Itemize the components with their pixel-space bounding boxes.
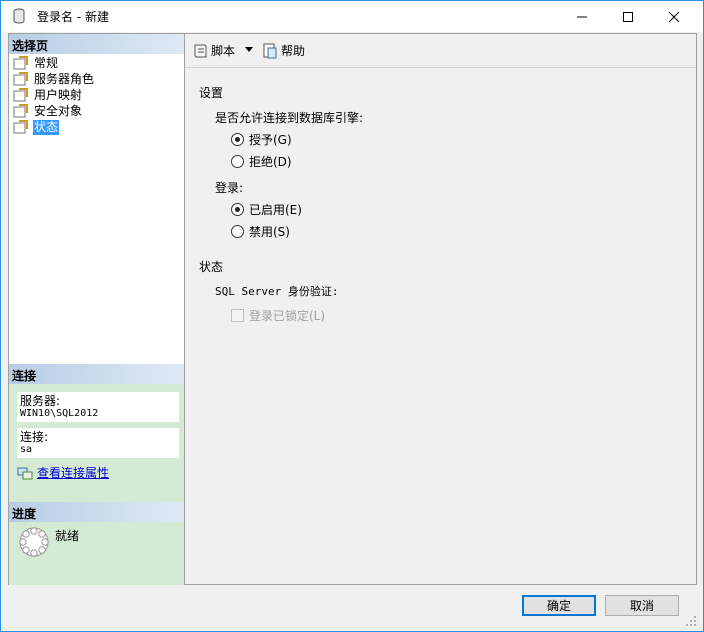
progress-status: 就绪	[55, 529, 80, 543]
help-button[interactable]: 帮助	[262, 42, 305, 59]
title-bar[interactable]: 登录名 - 新建	[1, 1, 703, 32]
server-info: 服务器: WIN10\SQL2012	[17, 392, 179, 422]
page-list: 常规 服务器角色 用户映射 安全对象 状态	[13, 55, 95, 135]
close-button[interactable]	[651, 1, 697, 32]
resize-grip-icon[interactable]	[685, 615, 697, 627]
select-page-header: 选择页	[9, 34, 184, 54]
permission-question: 是否允许连接到数据库引擎:	[215, 111, 364, 125]
nav-item-server-roles[interactable]: 服务器角色	[13, 71, 95, 87]
maximize-icon	[623, 11, 633, 22]
server-value: WIN10\SQL2012	[20, 408, 99, 419]
login-label: 登录:	[215, 181, 244, 195]
connection-properties-icon	[17, 467, 33, 479]
minimize-button[interactable]	[559, 1, 605, 32]
minimize-icon	[577, 16, 587, 17]
toolbar: 脚本 帮助	[185, 34, 696, 68]
script-button[interactable]: 脚本	[192, 42, 235, 59]
maximize-button[interactable]	[605, 1, 651, 32]
grant-radio[interactable]: 授予(G)	[231, 131, 292, 148]
progress-spinner-icon	[19, 527, 49, 557]
database-icon	[13, 8, 25, 24]
connection-header: 连接	[9, 364, 184, 384]
chevron-down-icon	[245, 47, 253, 52]
left-panel: 选择页 常规 服务器角色 用户映射 安全对象 状态 连接 服务器: WIN10\…	[8, 33, 184, 585]
view-connection-properties[interactable]: 查看连接属性	[17, 464, 109, 481]
connection-info: 连接: sa	[17, 428, 179, 458]
help-label: 帮助	[281, 44, 306, 58]
connection-value: sa	[20, 444, 33, 455]
page-icon	[13, 120, 28, 134]
nav-item-status[interactable]: 状态	[13, 119, 95, 135]
script-icon	[194, 44, 207, 57]
window-title: 登录名 - 新建	[37, 10, 109, 24]
page-icon	[13, 72, 28, 86]
settings-heading: 设置	[199, 86, 224, 100]
script-label: 脚本	[211, 44, 236, 58]
server-label: 服务器:	[20, 394, 61, 408]
connection-label: 连接:	[20, 430, 49, 444]
enabled-radio[interactable]: 已启用(E)	[231, 201, 302, 218]
nav-item-general[interactable]: 常规	[13, 55, 95, 71]
page-icon	[13, 56, 28, 70]
page-icon	[13, 88, 28, 102]
close-icon	[669, 11, 679, 22]
script-dropdown-button[interactable]	[245, 47, 256, 52]
right-panel: 脚本 帮助 设置 是否允许连接到数据库引擎: 授予(G) 拒绝(D) 登录: 已…	[184, 33, 697, 585]
view-connection-link[interactable]: 查看连接属性	[37, 464, 109, 481]
status-heading: 状态	[199, 260, 224, 274]
nav-item-user-mapping[interactable]: 用户映射	[13, 87, 95, 103]
login-new-dialog: 登录名 - 新建 选择页 常规 服务器角色 用户映射 安全对象 状态 连接 服务…	[0, 0, 704, 632]
ok-button[interactable]: 确定	[522, 595, 596, 616]
help-icon	[263, 43, 277, 58]
status-page-content: 设置 是否允许连接到数据库引擎: 授予(G) 拒绝(D) 登录: 已启用(E) …	[185, 69, 696, 584]
progress-header: 进度	[9, 502, 184, 522]
deny-radio[interactable]: 拒绝(D)	[231, 153, 292, 170]
cancel-button[interactable]: 取消	[605, 595, 679, 616]
login-locked-checkbox[interactable]: 登录已锁定(L)	[231, 307, 325, 324]
sql-auth-label: SQL Server 身份验证:	[215, 285, 339, 298]
nav-item-securables[interactable]: 安全对象	[13, 103, 95, 119]
page-icon	[13, 104, 28, 118]
disabled-radio[interactable]: 禁用(S)	[231, 223, 290, 240]
